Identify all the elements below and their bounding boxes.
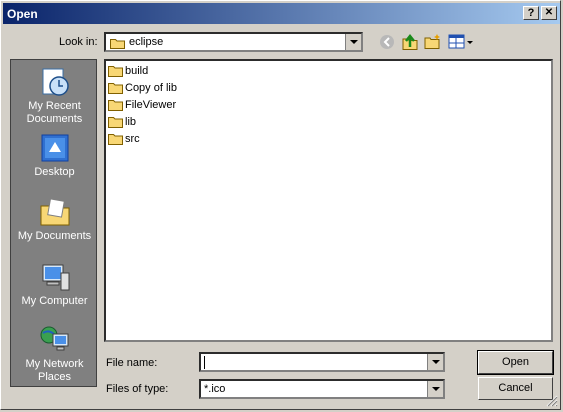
file-name-field[interactable] <box>199 352 445 372</box>
network-places-icon <box>40 326 68 351</box>
place-recent-documents[interactable]: My Recent Documents <box>11 66 98 126</box>
file-type-dropdown[interactable]: *.ico <box>199 379 445 399</box>
desktop-icon <box>41 134 68 162</box>
my-documents-icon <box>40 198 69 226</box>
places-bar: My Recent Documents Desktop My Documents <box>10 59 97 387</box>
folder-icon <box>108 83 123 94</box>
file-name: lib <box>125 116 137 128</box>
title-bar: Open ? ✕ <box>3 3 560 24</box>
place-label-line1: My Recent <box>28 100 81 112</box>
folder-icon <box>108 134 123 145</box>
chevron-down-icon[interactable] <box>345 34 361 50</box>
place-network-places[interactable]: My Network Places <box>11 324 98 384</box>
chevron-down-icon[interactable] <box>427 381 443 397</box>
window-title: Open <box>7 7 38 21</box>
up-folder-icon[interactable] <box>401 33 419 51</box>
place-label-line2: Places <box>37 371 72 383</box>
place-my-documents[interactable]: My Documents <box>11 196 98 243</box>
resize-grip-icon[interactable] <box>546 395 558 407</box>
recent-documents-icon <box>42 68 69 96</box>
cancel-button[interactable]: Cancel <box>478 377 553 400</box>
look-in-label: Look in: <box>59 36 98 48</box>
file-name: Copy of lib <box>125 82 177 94</box>
file-list[interactable]: build Copy of lib FileViewer lib src <box>104 59 553 342</box>
view-menu-icon[interactable] <box>448 33 474 51</box>
place-label-line2: Documents <box>26 113 83 125</box>
chevron-down-icon[interactable] <box>427 354 443 370</box>
look-in-value: eclipse <box>129 36 164 48</box>
folder-icon <box>108 66 123 77</box>
file-name: src <box>125 133 140 145</box>
open-dialog: Open ? ✕ Look in: eclipse My Recent Docu… <box>0 0 561 410</box>
place-my-computer[interactable]: My Computer <box>11 261 98 308</box>
close-button[interactable]: ✕ <box>541 6 557 20</box>
open-button[interactable]: Open <box>477 350 554 375</box>
folder-icon <box>108 117 123 128</box>
file-name: build <box>125 65 149 77</box>
my-computer-icon <box>42 264 69 291</box>
help-button[interactable]: ? <box>523 6 539 20</box>
back-icon[interactable] <box>378 33 396 51</box>
text-cursor <box>204 356 205 369</box>
place-desktop[interactable]: Desktop <box>11 132 98 179</box>
place-label-line1: My Computer <box>21 295 88 307</box>
file-type-label: Files of type: <box>106 383 169 395</box>
folder-icon <box>108 100 123 111</box>
file-name: FileViewer <box>125 99 177 111</box>
look-in-dropdown[interactable]: eclipse <box>104 32 363 52</box>
place-label-line1: My Documents <box>17 230 92 242</box>
place-label-line1: My Network <box>25 358 84 370</box>
file-type-value: *.ico <box>204 383 226 395</box>
folder-icon <box>110 39 125 49</box>
place-label-line1: Desktop <box>34 166 75 178</box>
file-name-label: File name: <box>106 357 158 369</box>
new-folder-icon[interactable] <box>424 33 442 51</box>
